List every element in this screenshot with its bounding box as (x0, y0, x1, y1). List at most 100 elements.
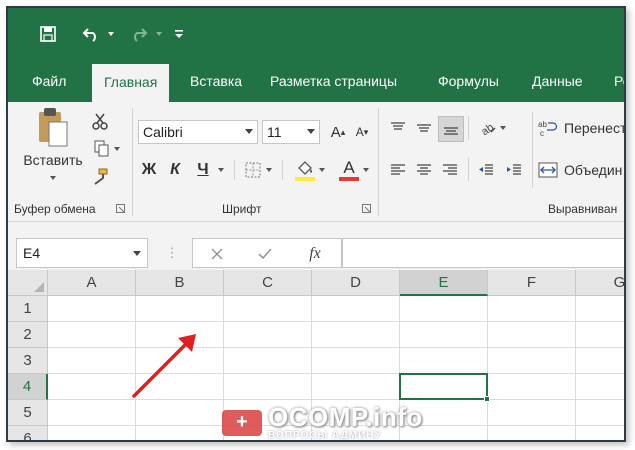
grid-column-line (575, 296, 576, 440)
wrap-text-button[interactable]: ab c Перенест (538, 116, 626, 140)
font-name-combo[interactable]: Calibri (138, 120, 258, 144)
align-separator (468, 158, 469, 182)
align-right-icon[interactable] (438, 158, 462, 182)
undo-dropdown-icon[interactable] (106, 22, 116, 46)
name-box-value: E4 (23, 245, 41, 261)
column-header-d[interactable]: D (312, 270, 400, 296)
alignment-group-label: Выравниван (548, 202, 618, 216)
font-group-label: Шрифт (222, 202, 262, 216)
ribbon-home: Вставить Буфер обмена Calibri 11 A ▴ A ▾ Ж… (8, 102, 624, 222)
tab-insert[interactable]: Вставка (190, 60, 242, 102)
increase-indent-icon[interactable] (502, 158, 526, 182)
align-top-icon[interactable] (386, 116, 410, 140)
annotation-arrow-icon (132, 334, 196, 398)
font-separator (234, 160, 235, 180)
align-separator (532, 112, 533, 188)
decrease-font-size-button[interactable]: A ▾ (350, 120, 374, 144)
grid-column-line (487, 296, 488, 440)
row-header-6[interactable]: 6 (8, 426, 48, 440)
undo-arrow-icon[interactable] (78, 22, 104, 46)
row-header-1[interactable]: 1 (8, 296, 48, 322)
grid-row-line (48, 321, 624, 322)
column-header-f[interactable]: F (488, 270, 576, 296)
close-icon[interactable] (203, 242, 231, 266)
name-box[interactable]: E4 (16, 238, 148, 268)
paste-label: Вставить (23, 152, 83, 168)
font-color-icon: A (343, 157, 355, 177)
borders-icon[interactable] (240, 158, 276, 182)
merge-center-button[interactable]: Объедин (538, 158, 624, 182)
column-header-e[interactable]: E (400, 270, 488, 296)
font-name-value: Calibri (143, 124, 183, 140)
format-painter-icon[interactable] (88, 166, 112, 188)
insert-function-button[interactable]: fx (299, 242, 331, 266)
save-icon[interactable] (36, 22, 60, 46)
tab-review[interactable]: Ре (614, 60, 624, 102)
clipboard-launcher-icon[interactable] (114, 202, 126, 214)
redo-dropdown-icon[interactable] (154, 22, 164, 46)
increase-font-size-button[interactable]: A ▴ (326, 120, 350, 144)
formula-input[interactable] (342, 238, 624, 268)
group-separator (132, 108, 133, 216)
merge-center-label: Объедин (564, 162, 623, 178)
check-icon[interactable] (251, 242, 279, 266)
column-header-g[interactable]: G (576, 270, 624, 296)
svg-text:ab: ab (538, 120, 547, 129)
watermark-main: OCOMP.info (268, 402, 423, 432)
wrap-text-icon: abc (538, 120, 558, 137)
decrease-indent-icon[interactable] (474, 158, 498, 182)
clipboard-group-label: Буфер обмена (14, 202, 96, 216)
paint-bucket-icon (298, 160, 312, 175)
redo-arrow-icon[interactable] (126, 22, 152, 46)
select-all-button[interactable] (8, 270, 48, 296)
bold-button[interactable]: Ж (138, 158, 160, 182)
align-middle-icon[interactable] (412, 116, 436, 140)
cut-icon[interactable] (88, 110, 112, 132)
row-header-2[interactable]: 2 (8, 322, 48, 348)
watermark-logo-icon: + (222, 409, 262, 436)
orientation-icon[interactable]: ab (474, 116, 510, 140)
row-header-3[interactable]: 3 (8, 348, 48, 374)
paste-button[interactable]: Вставить (22, 106, 84, 194)
font-size-combo[interactable]: 11 (262, 120, 320, 144)
font-separator (282, 160, 283, 180)
underline-dropdown-icon[interactable] (214, 158, 228, 182)
tab-formulas[interactable]: Формулы (438, 60, 499, 102)
column-header-a[interactable]: A (48, 270, 136, 296)
fill-handle[interactable] (484, 396, 490, 402)
merge-cells-icon (538, 162, 558, 178)
font-color-swatch (339, 176, 359, 181)
align-center-icon[interactable] (412, 158, 436, 182)
fill-color-swatch (295, 176, 315, 181)
watermark: + OCOMP.info ВОПРОСЫ АДМИНУ (222, 402, 423, 441)
row-header-5[interactable]: 5 (8, 400, 48, 426)
row-header-4[interactable]: 4 (8, 374, 48, 400)
fill-color-button[interactable] (290, 156, 330, 184)
watermark-sub: ВОПРОСЫ АДМИНУ (268, 430, 382, 441)
align-left-icon[interactable] (386, 158, 410, 182)
underline-button[interactable]: Ч (192, 158, 214, 182)
clipboard-icon (39, 108, 68, 147)
font-color-button[interactable]: A (334, 156, 374, 184)
formula-bar-grip-icon[interactable]: ⋮ (166, 242, 179, 264)
copy-icon[interactable] (88, 138, 126, 160)
tab-home[interactable]: Главная (92, 64, 170, 102)
column-header-b[interactable]: B (136, 270, 224, 296)
column-header-c[interactable]: C (224, 270, 312, 296)
tab-page-layout[interactable]: Разметка страницы (270, 60, 397, 102)
title-bar (8, 8, 624, 60)
customize-qat-icon[interactable] (172, 22, 186, 46)
active-cell[interactable] (399, 373, 490, 402)
italic-button[interactable]: К (164, 158, 186, 182)
ribbon-tabs: Файл Главная Вставка Разметка страницы Ф… (8, 60, 624, 102)
formula-buttons: fx (192, 238, 342, 268)
wrap-text-label: Перенест (564, 120, 626, 136)
tab-data[interactable]: Данные (532, 60, 583, 102)
tab-file[interactable]: Файл (32, 60, 66, 102)
align-bottom-icon[interactable] (438, 116, 464, 142)
align-separator (468, 116, 469, 140)
svg-text:c: c (540, 129, 544, 137)
group-separator (378, 108, 379, 216)
font-launcher-icon[interactable] (360, 202, 372, 214)
font-size-value: 11 (267, 124, 282, 140)
